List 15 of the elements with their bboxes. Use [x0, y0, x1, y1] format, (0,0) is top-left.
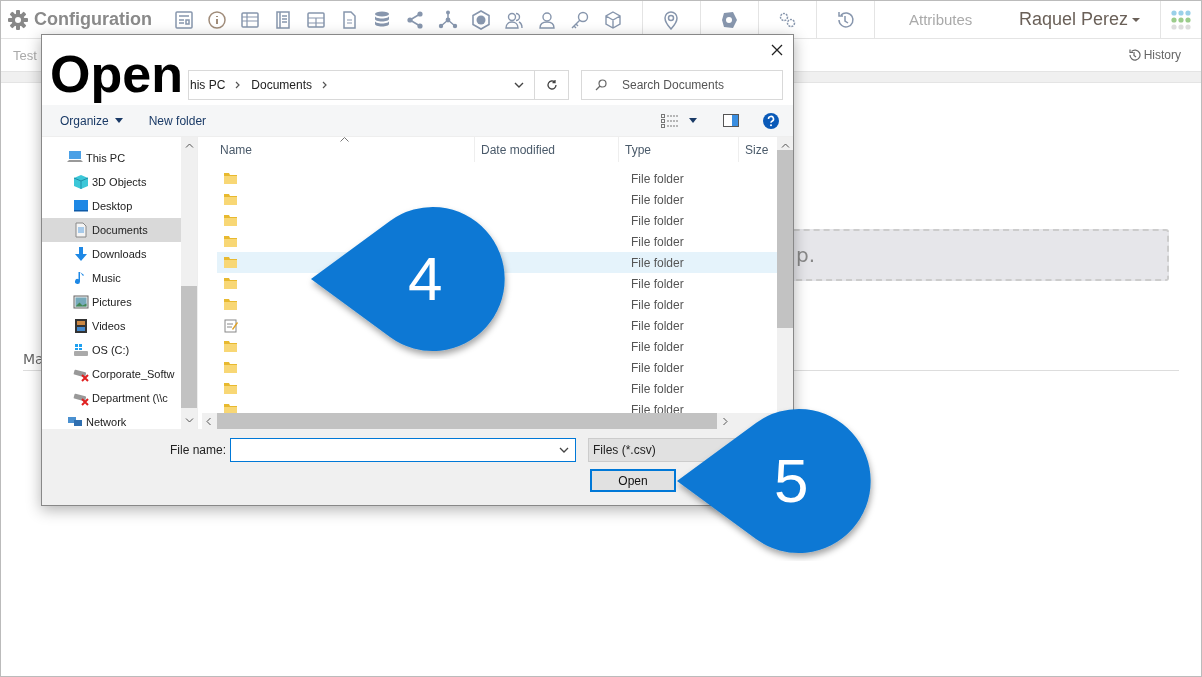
type-cell-text: File folder — [630, 360, 684, 375]
type-cell-text: File folder — [630, 402, 684, 413]
step-number: 4 — [408, 244, 443, 314]
type-cell-text: File folder — [630, 339, 684, 354]
drop-zone-text: p. — [796, 243, 816, 267]
step-number: 5 — [774, 446, 809, 516]
type-cell-text: File folder — [630, 381, 684, 396]
page-title: Test — [13, 47, 37, 63]
type-cell-text: File folder — [630, 318, 684, 333]
type-cell-text: File folder — [630, 297, 684, 312]
type-cell-text: File folder — [630, 171, 684, 186]
type-cell-text: File folder — [630, 213, 684, 228]
app-title: Configuration — [34, 9, 152, 30]
file-name-label: File name: — [168, 443, 227, 457]
type-cell-text: File folder — [630, 192, 684, 207]
